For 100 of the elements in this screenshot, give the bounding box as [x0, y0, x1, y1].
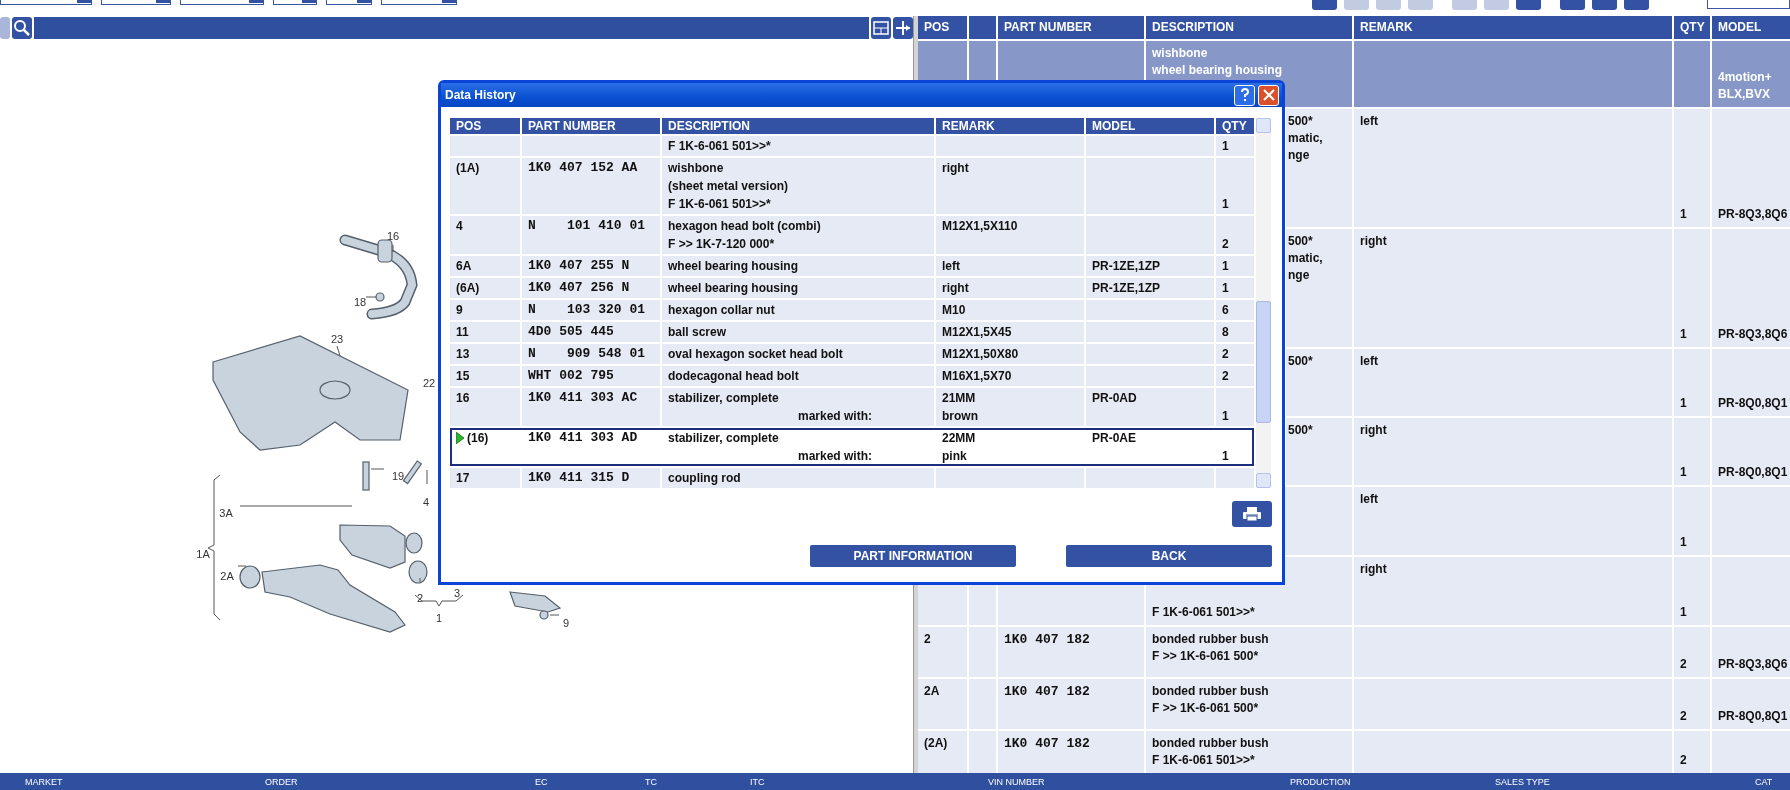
question-mark-icon — [1238, 88, 1251, 102]
input-field[interactable] — [1707, 0, 1790, 9]
table-cell: 1K0 407 182 — [998, 679, 1144, 729]
close-button[interactable] — [1258, 84, 1279, 106]
table-cell: 500* — [1286, 349, 1352, 416]
table-row[interactable]: 9 N 103 320 01 hexagon collar nut M10 6 — [450, 300, 1254, 320]
move-button[interactable] — [893, 17, 913, 39]
table-cell: 2 — [1674, 731, 1710, 773]
table-row[interactable]: F 1K-6-061 501>>* 1 — [450, 136, 1254, 156]
column-header: QTY — [1674, 16, 1710, 39]
table-cell: 500* matic, nge — [1286, 108, 1352, 227]
layout-icon — [873, 21, 889, 35]
callout-number: 1 — [435, 612, 443, 624]
table-row[interactable]: 17 1K0 411 315 D coupling rod — [450, 468, 1254, 488]
column-header: DESCRIPTION — [662, 118, 934, 134]
table-row[interactable]: (2A) 1K0 407 182 bonded rubber bush F 1K-6-061 501>>* 2 — [918, 731, 1790, 773]
table-cell: hexagon collar nut — [662, 300, 934, 320]
table-cell: dodecagonal head bolt — [662, 366, 934, 386]
table-cell: PR-8Q0,8Q1 — [1712, 679, 1790, 729]
table-cell: 2 — [1216, 366, 1254, 386]
table-cell: 6A — [450, 256, 520, 276]
table-row[interactable]: 13 N 909 548 01 oval hexagon socket head bolt M12X1,50X80 2 — [450, 344, 1254, 364]
table-cell: N 101 410 01 — [522, 216, 660, 254]
table-cell: PR-8Q3,8Q6 — [1712, 228, 1790, 348]
search-icon — [13, 19, 31, 37]
scrollbar[interactable] — [1256, 118, 1271, 488]
help-button[interactable] — [1234, 84, 1255, 106]
status-label: PRODUCTION — [1290, 776, 1352, 787]
table-cell: 1 — [1216, 256, 1254, 276]
table-cell: M12X1,5X45 — [936, 322, 1084, 342]
table-cell: right — [936, 158, 1084, 214]
table-cell: right — [1354, 417, 1672, 486]
dialog-button[interactable]: BACK — [1066, 545, 1272, 567]
table-cell: M12X1,50X80 — [936, 344, 1084, 364]
table-cell: 13 — [450, 344, 520, 364]
column-header: MODEL — [1086, 118, 1214, 134]
table-cell: wheel bearing housing — [662, 278, 934, 298]
layout-button[interactable] — [871, 17, 891, 39]
table-cell: 1 — [1674, 108, 1710, 227]
table-cell: N 103 320 01 — [522, 300, 660, 320]
table-row[interactable]: 2 1K0 407 182 bonded rubber bush F >> 1K-6-061 500* 2 PR-8Q3,8Q6 — [918, 626, 1790, 678]
dropdown-field[interactable] — [101, 0, 171, 5]
table-cell: wheel bearing housing — [662, 256, 934, 276]
table-cell: 6 — [1216, 300, 1254, 320]
close-icon — [1262, 89, 1275, 101]
scroll-down-button[interactable] — [1256, 473, 1271, 488]
table-cell — [450, 136, 520, 156]
table-row[interactable]: 15 WHT 002 795 dodecagonal head bolt M16X1,5X70 2 — [450, 366, 1254, 386]
scroll-thumb[interactable] — [1256, 301, 1271, 423]
table-row[interactable]: 6A 1K0 407 255 N wheel bearing housing left PR-1ZE,1ZP 1 — [450, 256, 1254, 276]
toolbar-button[interactable] — [1592, 0, 1617, 10]
callout-number: 2 — [416, 592, 424, 604]
table-row[interactable]: 2A 1K0 407 182 bonded rubber bush F >> 1K-6-061 500* 2 PR-8Q0,8Q1 — [918, 679, 1790, 729]
status-label: SALES TYPE — [1495, 776, 1551, 787]
table-cell: 1 — [1216, 388, 1254, 426]
table-cell: 500* — [1286, 417, 1352, 486]
dropdown-field[interactable] — [273, 0, 317, 5]
table-cell: 1 — [1216, 278, 1254, 298]
dropdown-field[interactable] — [180, 0, 264, 5]
toolbar-button[interactable] — [1516, 0, 1541, 10]
toolbar-button[interactable] — [1312, 0, 1337, 10]
table-row[interactable]: (1A) 1K0 407 152 AA wishbone (sheet metal version) F 1K-6-061 501>>* right 1 — [450, 158, 1254, 214]
table-cell: 2 — [1674, 679, 1710, 729]
table-cell: 1K0 407 152 AA — [522, 158, 660, 214]
table-cell: 1 — [1674, 556, 1710, 625]
table-cell: 500* matic, nge — [1286, 228, 1352, 348]
callout-number: 18 — [353, 296, 367, 308]
print-button[interactable] — [1232, 501, 1272, 527]
dropdown-field[interactable] — [0, 0, 92, 5]
table-cell: 1K0 411 315 D — [522, 468, 660, 488]
table-cell: 2 — [1674, 626, 1710, 678]
window-title: Data History — [445, 88, 517, 102]
table-row[interactable]: (6A) 1K0 407 256 N wheel bearing housing right PR-1ZE,1ZP 1 — [450, 278, 1254, 298]
toolbar-button[interactable] — [1560, 0, 1585, 10]
toolbar-button[interactable] — [1624, 0, 1649, 10]
callout-number: 1A — [196, 548, 210, 560]
column-header: REMARK — [936, 118, 1084, 134]
callout-number: 16 — [386, 230, 400, 242]
table-row[interactable]: 11 4D0 505 445 ball screw M12X1,5X45 8 — [450, 322, 1254, 342]
table-cell: 1K0 407 256 N — [522, 278, 660, 298]
bushing-drawing — [239, 565, 261, 589]
dropdown-field[interactable] — [381, 0, 457, 5]
dialog-button[interactable]: PART INFORMATION — [810, 545, 1016, 567]
table-cell: right — [936, 278, 1084, 298]
scroll-up-button[interactable] — [1256, 118, 1271, 133]
zoom-button[interactable] — [12, 17, 32, 39]
table-cell: 1 — [1674, 228, 1710, 348]
status-label: VIN NUMBER — [988, 776, 1046, 787]
table-cell: 1 — [1216, 136, 1254, 156]
table-cell: 1 — [1674, 487, 1710, 555]
leader-line — [237, 565, 247, 567]
table-cell: bonded rubber bush F >> 1K-6-061 500* — [1146, 679, 1352, 729]
table-cell: 16 — [450, 388, 520, 426]
table-cell: left — [1354, 487, 1672, 555]
table-cell: 11 — [450, 322, 520, 342]
leader-line — [365, 296, 377, 298]
dropdown-field[interactable] — [326, 0, 372, 5]
table-cell: right — [1354, 228, 1672, 348]
table-cell: 21MM brown — [936, 388, 1084, 426]
table-cell: M16X1,5X70 — [936, 366, 1084, 386]
